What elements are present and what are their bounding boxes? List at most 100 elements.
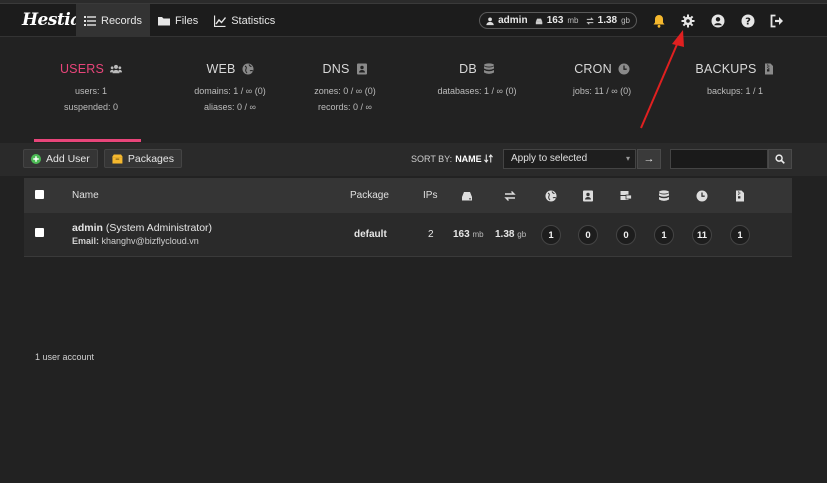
dns-count-badge: 0 [578, 225, 598, 245]
database-icon [658, 190, 670, 202]
web-count-badge: 1 [541, 225, 561, 245]
main-nav: Records Files Statistics [76, 4, 283, 37]
nav-statistics[interactable]: Statistics [206, 4, 283, 37]
hdd-icon [535, 18, 542, 24]
tab-cron-line1: jobs: 11 / ∞ (0) [572, 86, 632, 96]
user-disk-unit: mb [472, 230, 484, 239]
tab-backups-title: BACKUPS [695, 62, 757, 76]
bandwidth-icon [504, 190, 516, 202]
nav-records[interactable]: Records [76, 4, 150, 37]
sort-icon [484, 154, 494, 163]
user-login[interactable]: admin [72, 222, 103, 234]
tab-backups[interactable]: BACKUPS backups: 1 / 1 [680, 62, 790, 96]
header-name[interactable]: Name [72, 190, 99, 201]
sort-value: NAME [455, 154, 482, 164]
email-label: Email: [72, 236, 100, 246]
nav-statistics-label: Statistics [231, 14, 276, 27]
search-input[interactable] [670, 149, 768, 169]
tab-web-line2: aliases: 0 / ∞ [204, 102, 256, 112]
tab-dns-line2: records: 0 / ∞ [318, 102, 372, 112]
mail-server-icon [620, 190, 632, 202]
search-button[interactable] [768, 149, 792, 169]
settings-gear-icon[interactable] [681, 14, 695, 28]
folder-icon [157, 16, 170, 25]
sort-control[interactable]: SORT BY: NAME [411, 154, 494, 164]
stats-tabs: USERS users: 1 suspended: 0 WEB domains:… [0, 38, 827, 142]
account-disk-value: 163 [546, 15, 564, 26]
user-name-cell[interactable]: admin (System Administrator) [72, 222, 212, 234]
profile-icon[interactable] [711, 14, 725, 28]
help-icon[interactable]: ? [741, 14, 755, 28]
active-tab-indicator [34, 139, 141, 142]
tab-cron[interactable]: CRON jobs: 11 / ∞ (0) [552, 62, 652, 96]
packages-label: Packages [127, 152, 174, 165]
packages-button[interactable]: Packages [104, 149, 182, 168]
logout-icon[interactable] [770, 14, 784, 28]
chevron-down-icon: ▾ [625, 154, 630, 163]
table-header: Name Package IPs [24, 178, 792, 213]
user-fullname: (System Administrator) [105, 222, 213, 234]
globe-icon [242, 63, 254, 75]
dns-address-book-icon [582, 190, 594, 202]
header-package[interactable]: Package [350, 190, 389, 201]
list-icon [84, 15, 96, 26]
hestia-logo[interactable]: Hestia [22, 10, 81, 30]
database-icon [483, 63, 494, 74]
account-bw-unit: gb [621, 16, 631, 25]
tab-web-title: WEB [206, 62, 236, 76]
user-email: khanghv@bizflycloud.vn [101, 236, 199, 246]
bulk-action-select[interactable]: Apply to selected ▾ [503, 149, 636, 169]
db-count-badge: 1 [654, 225, 674, 245]
tab-web-line1: domains: 1 / ∞ (0) [194, 86, 266, 96]
notifications-bell-icon[interactable] [652, 14, 666, 28]
backup-archive-icon [734, 190, 746, 202]
bulk-action-value: Apply to selected [511, 153, 588, 164]
list-toolbar: Add User Packages SORT BY: NAME Apply to … [0, 143, 827, 176]
nav-files-label: Files [174, 14, 199, 27]
tab-dns-title: DNS [322, 62, 350, 76]
clock-icon [618, 63, 630, 75]
apply-bulk-button[interactable]: → [637, 149, 661, 169]
tab-web[interactable]: WEB domains: 1 / ∞ (0) aliases: 0 / ∞ [165, 62, 295, 112]
tab-dns-line1: zones: 0 / ∞ (0) [314, 86, 376, 96]
tab-users-line2: suspended: 0 [63, 102, 119, 112]
nav-files[interactable]: Files [150, 4, 206, 37]
user-disk-value: 163 [453, 229, 470, 240]
table-row[interactable]: admin (System Administrator) Email: khan… [24, 213, 792, 257]
account-summary[interactable]: admin 163 mb 1.38 gb [479, 12, 637, 29]
disk-icon [461, 190, 473, 202]
account-bw-value: 1.38 [597, 15, 618, 26]
tab-dns[interactable]: DNS zones: 0 / ∞ (0) records: 0 / ∞ [295, 62, 395, 112]
account-disk-unit: mb [567, 16, 579, 25]
user-bw-unit: gb [517, 230, 527, 239]
header-ips[interactable]: IPs [423, 190, 437, 201]
user-email-cell: Email: khanghv@bizflycloud.vn [72, 236, 199, 246]
tab-users[interactable]: USERS users: 1 suspended: 0 [36, 62, 146, 112]
tab-db-line1: databases: 1 / ∞ (0) [437, 86, 517, 96]
tab-db[interactable]: DB databases: 1 / ∞ (0) [422, 62, 532, 96]
select-all-checkbox[interactable] [35, 190, 44, 199]
nav-records-label: Records [101, 14, 142, 27]
mail-count-badge: 0 [616, 225, 636, 245]
cron-count-badge: 11 [692, 225, 712, 245]
row-checkbox[interactable] [35, 228, 44, 237]
backups-count-badge: 1 [730, 225, 750, 245]
user-bw-value: 1.38 [495, 229, 515, 240]
add-user-button[interactable]: Add User [23, 149, 98, 168]
address-book-icon [356, 63, 367, 75]
cron-clock-icon [696, 190, 708, 202]
users-icon [110, 64, 123, 74]
box-icon [112, 153, 123, 164]
tab-db-title: DB [459, 62, 477, 76]
web-globe-icon [545, 190, 557, 202]
file-archive-icon [764, 63, 773, 75]
user-count-summary: 1 user account [35, 352, 95, 362]
svg-text:?: ? [745, 17, 751, 28]
user-package: default [354, 229, 387, 240]
user-ips: 2 [428, 229, 434, 240]
tab-users-line1: users: 1 [74, 86, 107, 96]
add-user-label: Add User [46, 152, 90, 165]
tab-users-title: USERS [59, 62, 105, 76]
arrow-right-icon: → [643, 153, 655, 165]
user-bandwidth: 1.38 gb [495, 229, 526, 240]
